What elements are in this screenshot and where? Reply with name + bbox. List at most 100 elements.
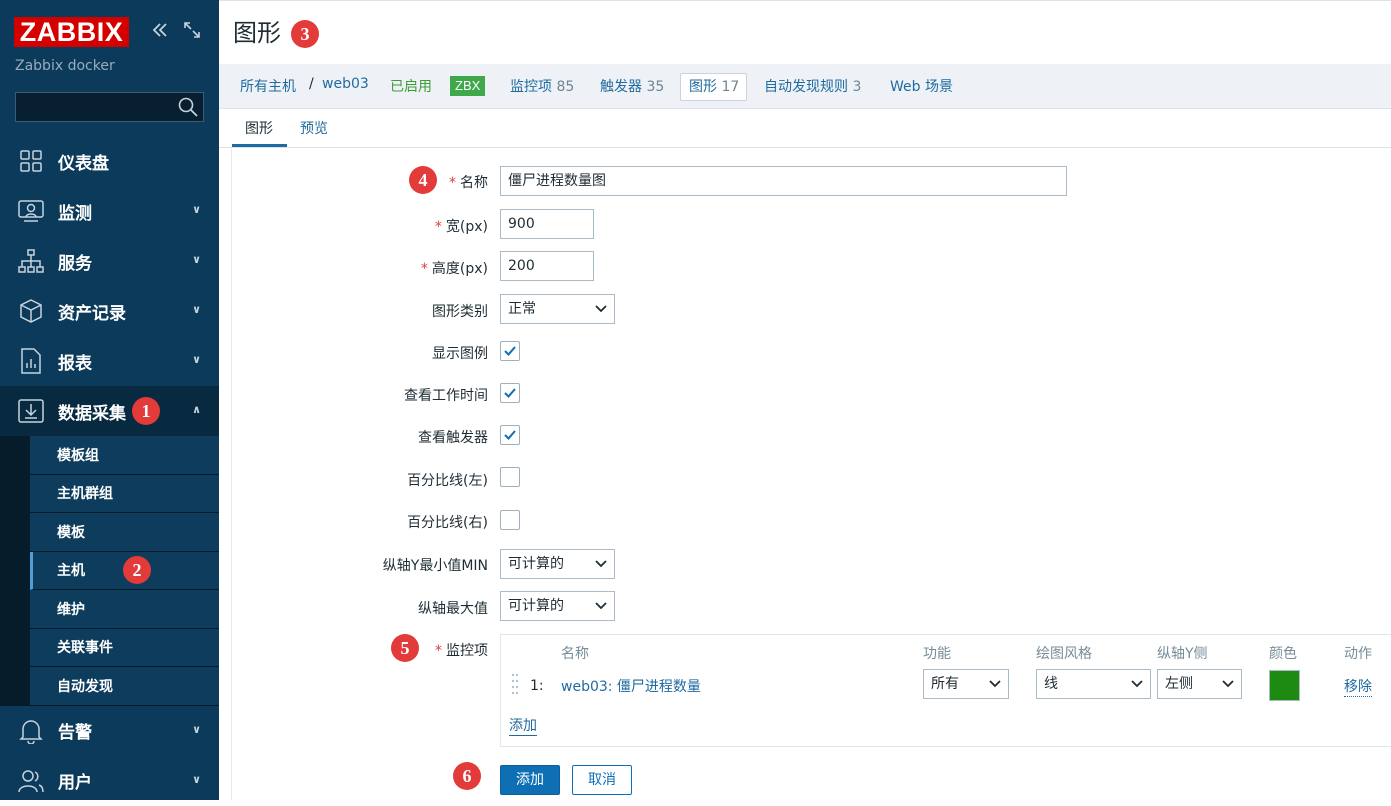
monitoring-icon <box>18 198 44 224</box>
tab-triggers-count: 35 <box>646 79 665 95</box>
step-badge-4: 4 <box>409 166 437 194</box>
tab-preview[interactable]: 预览 <box>300 118 328 138</box>
add-item-link[interactable]: 添加 <box>509 715 537 736</box>
item-remove-link[interactable]: 移除 <box>1344 676 1372 697</box>
menu-alerts[interactable]: 告警 ∨ <box>0 706 219 756</box>
services-icon <box>18 248 44 274</box>
tab-triggers[interactable]: 触发器 35 <box>600 76 664 96</box>
host-status[interactable]: 已启用 <box>390 76 432 96</box>
menu-inventory[interactable]: 资产记录 ∨ <box>0 286 219 336</box>
name-field[interactable]: 僵尸进程数量图 <box>500 166 1067 196</box>
main-menu: 仪表盘 监测 ∨ 服务 ∨ 资产记录 ∨ 报表 ∨ 数据采集 1 ∧ 模板组 主… <box>0 136 219 806</box>
col-header-color: 颜色 <box>1269 646 1297 662</box>
chevron-down-icon <box>595 560 607 568</box>
col-header-draw-style: 绘图风格 <box>1036 646 1092 662</box>
menu-data-collection[interactable]: 数据采集 1 ∧ <box>0 386 219 436</box>
breadcrumb-all-hosts[interactable]: 所有主机 <box>240 76 296 96</box>
chevron-down-icon <box>595 602 607 610</box>
item-draw-style-value: 线 <box>1044 676 1058 692</box>
item-function-select[interactable]: 所有 <box>923 669 1009 699</box>
show-working-time-label: 查看工作时间 <box>404 388 488 404</box>
items-label-text: 监控项 <box>446 643 488 659</box>
menu-label: 资产记录 <box>58 303 126 324</box>
tab-items[interactable]: 监控项 85 <box>510 76 574 96</box>
percentile-right-label: 百分比线(右) <box>407 515 488 531</box>
submenu-maintenance[interactable]: 维护 <box>30 590 219 629</box>
tab-discovery-count: 3 <box>852 79 862 95</box>
graph-type-select[interactable]: 正常 <box>500 294 615 324</box>
chevron-down-icon: ∨ <box>192 722 201 736</box>
submenu-templates[interactable]: 模板 <box>30 513 219 552</box>
item-y-axis-side-select[interactable]: 左侧 <box>1157 669 1242 699</box>
step-badge-2: 2 <box>123 556 151 585</box>
zabbix-logo[interactable]: ZABBIX <box>14 17 129 47</box>
ymin-type-select[interactable]: 可计算的 <box>500 549 615 579</box>
item-draw-style-select[interactable]: 线 <box>1036 669 1151 699</box>
height-label: * 高度(px) <box>421 258 488 278</box>
sidebar: ZABBIX Zabbix docker 仪表盘 监测 ∨ 服务 ∨ 资产记录 … <box>0 0 219 800</box>
show-working-time-checkbox[interactable] <box>500 383 520 403</box>
submenu-hosts[interactable]: 主机 2 <box>30 551 219 590</box>
item-color-picker[interactable] <box>1269 670 1300 701</box>
menu-label: 数据采集 <box>58 403 126 424</box>
tab-graphs-count: 17 <box>721 79 740 95</box>
menu-monitoring[interactable]: 监测 ∨ <box>0 186 219 236</box>
graph-type-value: 正常 <box>508 301 536 317</box>
menu-label: 用户 <box>58 773 92 793</box>
item-function-value: 所有 <box>931 676 959 692</box>
kiosk-mode-icon[interactable] <box>181 20 203 42</box>
name-label: * 名称 <box>449 172 488 192</box>
height-field[interactable]: 200 <box>500 251 594 281</box>
percentile-left-checkbox[interactable] <box>500 467 520 487</box>
name-label-text: 名称 <box>460 175 488 191</box>
data-collection-icon <box>18 398 44 424</box>
add-button[interactable]: 添加 <box>500 765 560 795</box>
instance-name: Zabbix docker <box>15 58 115 74</box>
submenu-template-groups[interactable]: 模板组 <box>30 436 219 475</box>
col-header-y-axis-side: 纵轴Y侧 <box>1157 646 1208 662</box>
step-badge-1: 1 <box>132 397 160 425</box>
tab-discovery-label: 自动发现规则 <box>764 79 848 95</box>
drag-handle-icon[interactable] <box>511 672 519 696</box>
tab-discovery-rules[interactable]: 自动发现规则 3 <box>764 76 861 96</box>
tab-web-scenarios[interactable]: Web 场景 <box>890 76 953 96</box>
width-field[interactable]: 900 <box>500 209 594 239</box>
chevron-down-icon <box>595 305 607 313</box>
ymin-type-value: 可计算的 <box>508 556 564 572</box>
show-legend-checkbox[interactable] <box>500 341 520 361</box>
item-name-link[interactable]: web03: 僵尸进程数量 <box>561 676 701 696</box>
search-input[interactable] <box>16 93 171 121</box>
required-mark: * <box>435 643 442 659</box>
step-badge-3: 3 <box>291 20 319 48</box>
breadcrumb-host[interactable]: web03 <box>322 76 369 92</box>
row-number: 1: <box>530 678 544 694</box>
cancel-button[interactable]: 取消 <box>572 765 632 795</box>
ymax-label: 纵轴最大值 <box>418 601 488 617</box>
menu-users[interactable]: 用户 ∨ <box>0 756 219 806</box>
ymin-label: 纵轴Y最小值MIN <box>382 558 488 574</box>
collapse-sidebar-icon[interactable] <box>149 20 171 42</box>
menu-label: 报表 <box>58 353 92 374</box>
submenu-event-correlation[interactable]: 关联事件 <box>30 628 219 667</box>
tab-triggers-label: 触发器 <box>600 79 642 95</box>
percentile-right-checkbox[interactable] <box>500 510 520 530</box>
tab-graphs[interactable]: 图形 17 <box>689 76 739 96</box>
menu-dashboard[interactable]: 仪表盘 <box>0 136 219 186</box>
menu-label: 监测 <box>58 203 92 224</box>
submenu-host-groups[interactable]: 主机群组 <box>30 474 219 513</box>
menu-services[interactable]: 服务 ∨ <box>0 236 219 286</box>
form-left-border <box>231 148 232 800</box>
show-triggers-checkbox[interactable] <box>500 425 520 445</box>
required-mark: * <box>420 261 428 277</box>
ymax-type-value: 可计算的 <box>508 598 564 614</box>
tab-graph[interactable]: 图形 <box>245 118 273 138</box>
chevron-down-icon: ∨ <box>192 303 201 316</box>
tab-graphs-label: 图形 <box>689 79 717 95</box>
menu-reports[interactable]: 报表 ∨ <box>0 336 219 386</box>
breadcrumb-separator: / <box>309 76 314 92</box>
ymax-type-select[interactable]: 可计算的 <box>500 591 615 621</box>
search-icon[interactable] <box>177 96 199 118</box>
percentile-left-label: 百分比线(左) <box>407 473 488 489</box>
submenu-discovery[interactable]: 自动发现 <box>30 667 219 706</box>
data-collection-submenu: 模板组 主机群组 模板 主机 2 维护 关联事件 自动发现 <box>0 436 219 706</box>
